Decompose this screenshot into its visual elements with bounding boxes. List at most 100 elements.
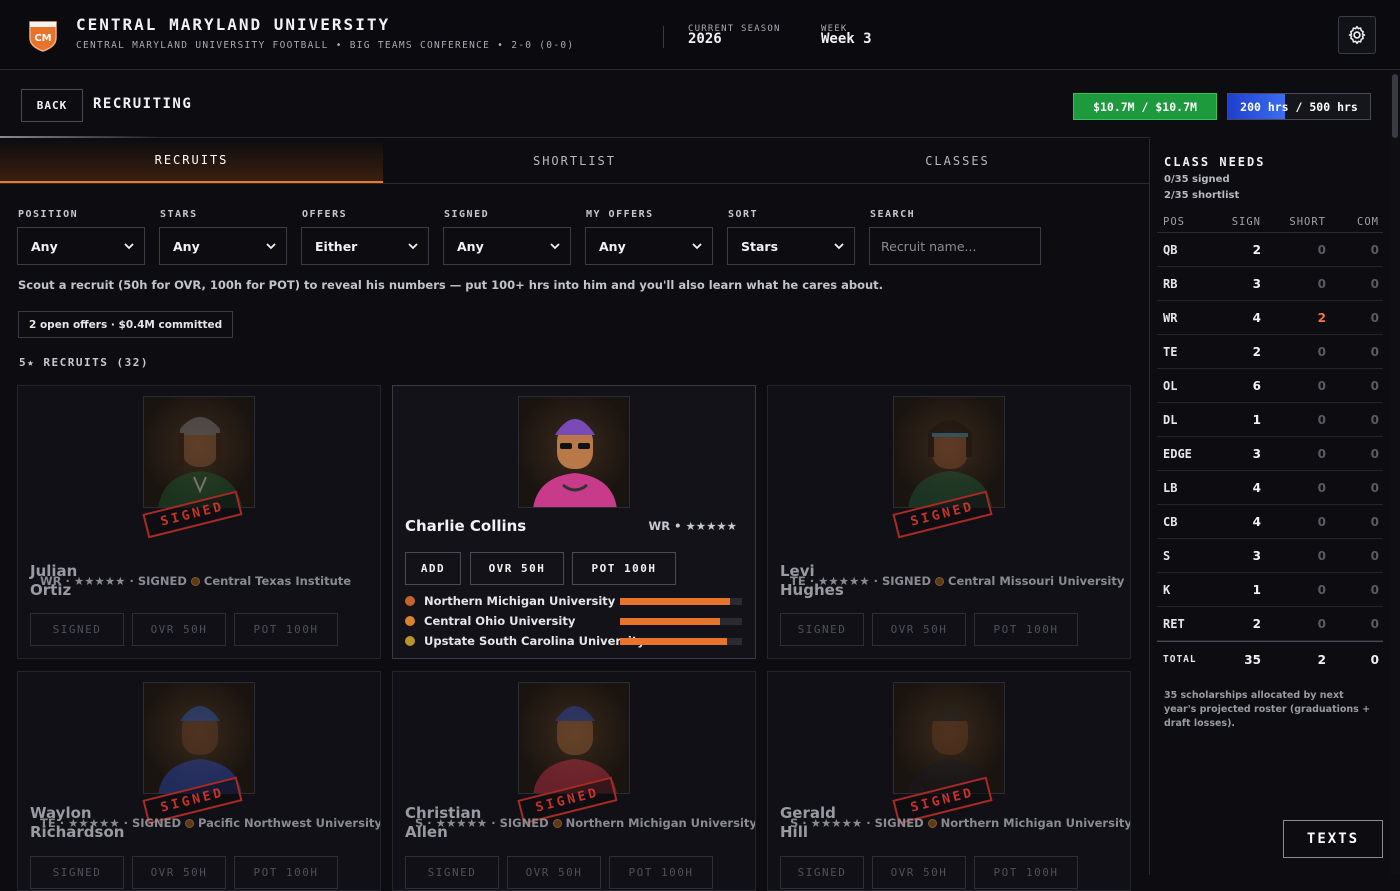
recruit-meta: S · ★★★★★ · SIGNED Northern Michigan Univ… [415,816,756,830]
scout-pot-button[interactable]: POT 100H [234,613,338,646]
signed-button[interactable]: SIGNED [780,856,864,889]
class-needs-title: CLASS NEEDS [1164,155,1266,169]
offers-filter-label: OFFERS [302,209,348,220]
svg-text:CM: CM [34,33,51,44]
table-row: RET 2 0 0 [1157,607,1383,641]
school-logo-icon [405,596,415,606]
sort-select[interactable]: Stars [727,227,855,265]
scout-pot-button[interactable]: POT 100H [609,856,713,889]
scout-ovr-button[interactable]: OVR 50H [872,613,966,646]
hours-pill: 200 hrs / 500 hrs [1227,93,1371,120]
recruit-portrait [893,396,1005,508]
my-offers-filter-value: Any [599,238,626,254]
search-input[interactable] [869,227,1041,265]
table-header: POS SIGN SHORT COM [1157,211,1383,233]
signed-button[interactable]: SIGNED [30,613,124,646]
scout-ovr-button[interactable]: OVR 50H [132,856,226,889]
header-divider [663,26,664,48]
interest-bar [620,637,742,645]
texts-button[interactable]: TEXTS [1283,820,1383,858]
add-to-shortlist-button[interactable]: ADD [405,552,461,585]
gear-icon [1348,25,1366,45]
scout-ovr-button[interactable]: OVR 50H [132,613,226,646]
recruit-meta: TE · ★★★★★ · SIGNED Pacific Northwest Uni… [40,816,381,830]
recruit-meta: TE · ★★★★★ · SIGNED Central Missouri Univ… [790,574,1125,588]
school-logo-icon [927,819,937,828]
table-row: QB 2 0 0 [1157,233,1383,267]
class-needs-note: 35 scholarships allocated by next year's… [1164,690,1371,729]
scout-pot-button[interactable]: POT 100H [572,552,676,585]
recruit-card[interactable]: SIGNED Waylon Richardson TE · ★★★★★ · SIG… [17,671,381,891]
interest-row: Northern Michigan University [405,592,745,610]
shortlist-count: 2/35 shortlist [1164,190,1240,201]
university-subtitle: CENTRAL MARYLAND UNIVERSITY FOOTBALL • B… [76,40,575,51]
my-offers-filter-select[interactable]: Any [585,227,713,265]
offers-filter-value: Either [315,238,358,254]
chevron-down-icon [834,243,844,250]
recruit-meta: S · ★★★★★ · SIGNED Northern Michigan Univ… [790,816,1131,830]
title-divider-accent [0,136,160,138]
title-divider [0,137,1150,138]
back-button[interactable]: BACK [21,89,83,122]
search-label: SEARCH [870,209,916,220]
recruit-position-stars: WR • ★★★★★ [648,519,737,533]
budget-pill: $10.7M / $10.7M [1073,93,1217,120]
signed-filter-select[interactable]: Any [443,227,571,265]
recruit-portrait [143,682,255,794]
season-value: 2026 [688,31,722,47]
chevron-down-icon [692,243,702,250]
recruit-card[interactable]: SIGNED Julian Ortiz WR · ★★★★★ · SIGNED Ce… [17,385,381,659]
scouting-hint: Scout a recruit (50h for OVR, 100h for P… [18,278,884,292]
tab-classes[interactable]: CLASSES [766,139,1149,183]
recruit-card-featured[interactable]: Charlie Collins WR • ★★★★★ ADD OVR 50H P… [392,385,756,659]
recruit-card[interactable]: SIGNED Gerald Hill S · ★★★★★ · SIGNED Nort… [767,671,1131,891]
scout-ovr-button[interactable]: OVR 50H [872,856,966,889]
interest-bar [620,617,742,625]
interest-row: Central Ohio University [405,612,745,630]
tab-shortlist[interactable]: SHORTLIST [383,139,766,183]
university-logo: CM [28,20,58,52]
table-row: LB 4 0 0 [1157,471,1383,505]
scout-pot-button[interactable]: POT 100H [974,856,1078,889]
week-value: Week 3 [821,31,872,47]
scout-pot-button[interactable]: POT 100H [974,613,1078,646]
recruit-portrait [518,396,630,508]
page-title: RECRUITING [93,96,193,112]
university-title: CENTRAL MARYLAND UNIVERSITY [76,15,391,34]
signed-count: 0/35 signed [1164,174,1230,185]
scout-ovr-button[interactable]: OVR 50H [507,856,601,889]
hours-text: 200 hrs / 500 hrs [1240,99,1358,114]
table-row: RB 3 0 0 [1157,267,1383,301]
table-row: K100 [1157,573,1383,607]
signed-button[interactable]: SIGNED [780,613,864,646]
scout-pot-button[interactable]: POT 100H [234,856,338,889]
open-offers-chip: 2 open offers · $0.4M committed [18,311,234,338]
chevron-down-icon [266,243,276,250]
recruit-meta: WR · ★★★★★ · SIGNED Central Texas Institu… [40,574,352,588]
recruit-portrait [143,396,255,508]
table-row: OL 6 0 0 [1157,369,1383,403]
stars-filter-value: Any [173,238,200,254]
tab-recruits[interactable]: RECRUITS [0,139,383,183]
recruit-card[interactable]: SIGNED Christian Allen S · ★★★★★ · SIGNED… [392,671,756,891]
signed-button[interactable]: SIGNED [30,856,124,889]
stars-filter-select[interactable]: Any [159,227,287,265]
signed-filter-value: Any [457,238,484,254]
scout-ovr-button[interactable]: OVR 50H [470,552,564,585]
chevron-down-icon [550,243,560,250]
position-filter-select[interactable]: Any [17,227,145,265]
offers-filter-select[interactable]: Either [301,227,429,265]
scrollbar-thumb[interactable] [1392,74,1398,138]
table-row: CB 4 0 0 [1157,505,1383,539]
signed-filter-label: SIGNED [444,209,490,220]
settings-button[interactable] [1338,16,1376,54]
scrollbar-track[interactable] [1390,72,1400,875]
recruit-portrait [893,682,1005,794]
signed-button[interactable]: SIGNED [405,856,499,889]
chevron-down-icon [408,243,418,250]
school-logo-icon [405,616,415,626]
table-row: DL 1 0 0 [1157,403,1383,437]
table-row: WR 4 2 0 [1157,301,1383,335]
recruit-card[interactable]: SIGNED Levi Hughes TE · ★★★★★ · SIGNED Cen… [767,385,1131,659]
my-offers-filter-label: MY OFFERS [586,209,654,220]
